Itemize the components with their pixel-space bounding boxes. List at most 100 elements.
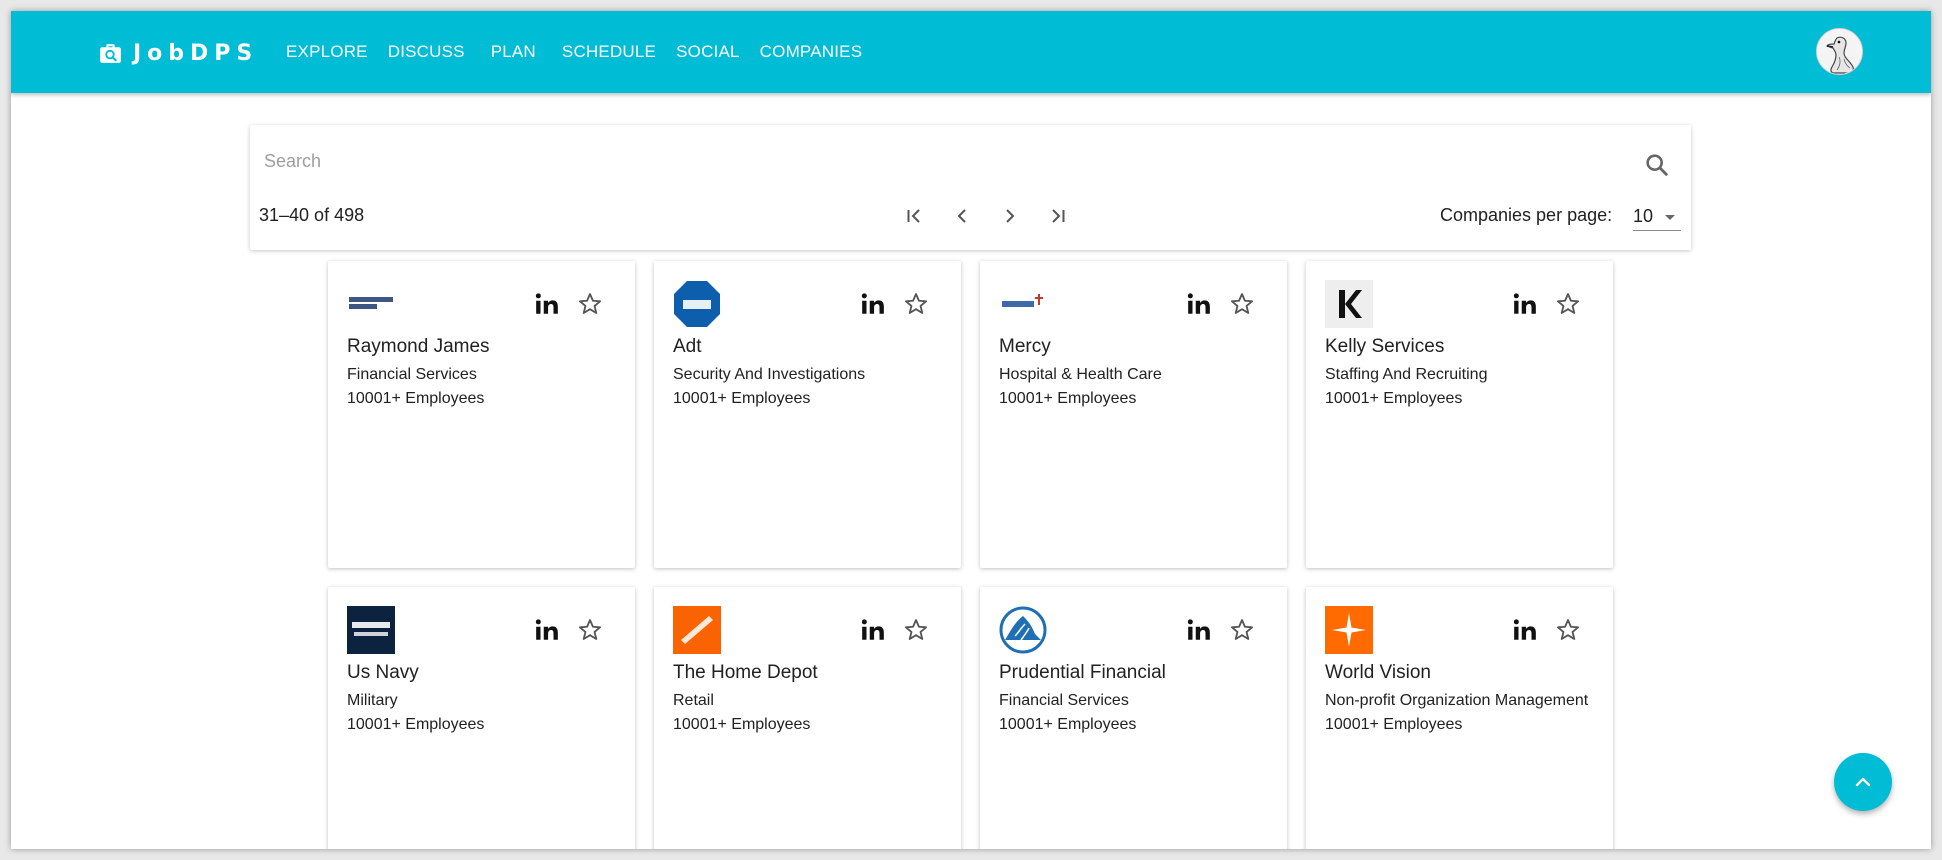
company-card[interactable]: Prudential Financial Financial Services …	[980, 587, 1287, 849]
adt-logo-icon	[674, 281, 720, 327]
favorite-button[interactable]	[577, 617, 603, 643]
linkedin-icon	[861, 619, 884, 640]
us-navy-logo-icon	[347, 606, 395, 654]
linkedin-button[interactable]	[1512, 291, 1538, 317]
company-industry: Military 10001+ Employees	[347, 689, 617, 737]
search-input[interactable]	[264, 143, 1624, 179]
company-name: Kelly Services	[1325, 336, 1445, 357]
company-name: Mercy	[999, 336, 1051, 357]
linkedin-icon	[535, 293, 558, 314]
raymond-james-logo-icon	[347, 280, 395, 328]
company-industry: Security And Investigations 10001+ Emplo…	[673, 363, 943, 411]
per-page-select[interactable]: 10	[1633, 203, 1681, 231]
company-industry: Financial Services 10001+ Employees	[347, 363, 617, 411]
company-card[interactable]: Adt Security And Investigations 10001+ E…	[654, 261, 961, 568]
linkedin-icon	[1513, 619, 1536, 640]
nav-plan[interactable]: PLAN	[491, 42, 536, 62]
app-window: JobDPS EXPLORE DISCUSS PLAN SCHEDULE SOC…	[11, 11, 1931, 849]
nav-social[interactable]: SOCIAL	[676, 42, 740, 62]
company-size: 10001+ Employees	[347, 716, 485, 733]
mercy-logo-icon	[999, 280, 1047, 328]
linkedin-button[interactable]	[534, 291, 560, 317]
favorite-button[interactable]	[1229, 291, 1255, 317]
star-outline-icon	[1231, 619, 1253, 640]
linkedin-icon	[535, 619, 558, 640]
star-outline-icon	[1557, 619, 1579, 640]
linkedin-button[interactable]	[1512, 617, 1538, 643]
linkedin-button[interactable]	[1186, 291, 1212, 317]
company-card[interactable]: Kelly Services Staffing And Recruiting 1…	[1306, 261, 1613, 568]
star-outline-icon	[579, 619, 601, 640]
linkedin-icon	[861, 293, 884, 314]
star-outline-icon	[905, 619, 927, 640]
company-industry-text: Financial Services	[999, 692, 1129, 709]
company-logo-mercy	[999, 280, 1047, 328]
company-logo-us-navy	[347, 606, 395, 654]
next-page-button[interactable]	[986, 201, 1034, 231]
company-industry: Financial Services 10001+ Employees	[999, 689, 1269, 737]
company-card[interactable]: The Home Depot Retail 10001+ Employees	[654, 587, 961, 849]
nav-companies[interactable]: COMPANIES	[760, 42, 863, 62]
linkedin-button[interactable]	[1186, 617, 1212, 643]
company-size: 10001+ Employees	[999, 390, 1137, 407]
per-page-label: Companies per page:	[1440, 205, 1613, 225]
search-button[interactable]	[1643, 151, 1671, 179]
company-industry-text: Financial Services	[347, 366, 477, 383]
brand[interactable]: JobDPS	[98, 40, 258, 66]
user-avatar[interactable]	[1816, 28, 1863, 75]
company-grid: Raymond James Financial Services 10001+ …	[328, 261, 1613, 849]
company-industry-text: Security And Investigations	[673, 366, 866, 383]
brand-name: JobDPS	[133, 40, 259, 66]
main-nav: EXPLORE DISCUSS PLAN SCHEDULE SOCIAL COM…	[286, 11, 882, 93]
next-page-icon	[1006, 209, 1015, 223]
favorite-button[interactable]	[1229, 617, 1255, 643]
company-name: Prudential Financial	[999, 662, 1166, 683]
first-page-button[interactable]	[890, 201, 938, 231]
company-industry: Retail 10001+ Employees	[673, 689, 943, 737]
company-industry-text: Military	[347, 692, 398, 709]
company-industry: Non-profit Organization Management 10001…	[1325, 689, 1595, 737]
star-outline-icon	[1231, 293, 1253, 314]
pagination-controls	[890, 201, 1082, 231]
prev-page-button[interactable]	[938, 201, 986, 231]
company-size: 10001+ Employees	[1325, 390, 1463, 407]
company-industry-text: Retail	[673, 692, 714, 709]
company-industry-text: Non-profit Organization Management	[1325, 692, 1589, 709]
nav-schedule[interactable]: SCHEDULE	[562, 42, 656, 62]
dropdown-caret-icon	[1665, 215, 1675, 220]
nav-discuss[interactable]: DISCUSS	[388, 42, 465, 62]
company-size: 10001+ Employees	[1325, 716, 1463, 733]
company-size: 10001+ Employees	[999, 716, 1137, 733]
prudential-rock-logo-icon	[999, 606, 1047, 654]
company-card[interactable]: Us Navy Military 10001+ Employees	[328, 587, 635, 849]
search-icon	[1646, 154, 1668, 176]
favorite-button[interactable]	[577, 291, 603, 317]
pagination-range: 31–40 of 498	[259, 205, 365, 225]
company-name: Us Navy	[347, 662, 419, 683]
company-logo-prudential	[999, 606, 1047, 654]
briefcase-search-icon	[100, 43, 121, 63]
company-card[interactable]: Raymond James Financial Services 10001+ …	[328, 261, 635, 568]
company-size: 10001+ Employees	[673, 716, 811, 733]
first-page-icon	[907, 209, 920, 223]
last-page-button[interactable]	[1034, 201, 1082, 231]
linkedin-icon	[1187, 619, 1210, 640]
chevron-up-icon	[1855, 777, 1871, 787]
favorite-button[interactable]	[903, 617, 929, 643]
prev-page-icon	[957, 209, 966, 223]
company-size: 10001+ Employees	[347, 390, 485, 407]
company-name: Raymond James	[347, 336, 490, 357]
goose-avatar-icon	[1817, 29, 1862, 74]
company-logo-world-vision	[1325, 606, 1373, 654]
scroll-to-top-button[interactable]	[1834, 753, 1892, 811]
linkedin-button[interactable]	[860, 617, 886, 643]
linkedin-button[interactable]	[534, 617, 560, 643]
favorite-button[interactable]	[1555, 291, 1581, 317]
favorite-button[interactable]	[903, 291, 929, 317]
company-card[interactable]: Mercy Hospital & Health Care 10001+ Empl…	[980, 261, 1287, 568]
company-card[interactable]: World Vision Non-profit Organization Man…	[1306, 587, 1613, 849]
linkedin-button[interactable]	[860, 291, 886, 317]
favorite-button[interactable]	[1555, 617, 1581, 643]
nav-explore[interactable]: EXPLORE	[286, 42, 368, 62]
star-outline-icon	[579, 293, 601, 314]
